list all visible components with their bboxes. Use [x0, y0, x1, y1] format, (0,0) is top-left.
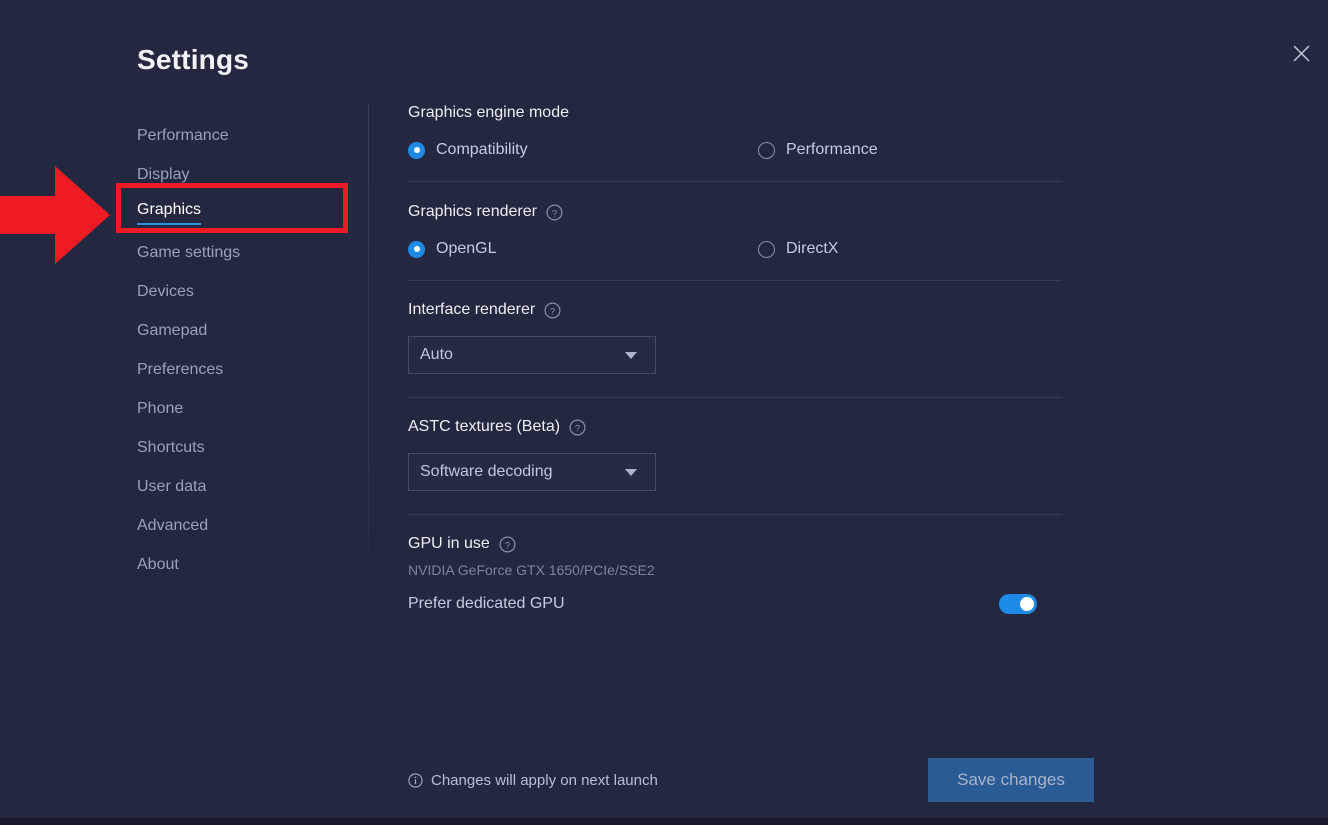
- sidebar-item-performance[interactable]: Performance: [137, 116, 347, 155]
- section-divider: [408, 280, 1062, 281]
- section-divider: [408, 514, 1062, 515]
- astc-textures-select[interactable]: Software decoding: [408, 453, 656, 491]
- group-astc-textures: ASTC textures (Beta) ? Software decoding: [408, 418, 1062, 515]
- close-icon[interactable]: [1286, 38, 1316, 68]
- toggle-knob: [1020, 597, 1034, 611]
- radio-selected-icon: [408, 241, 425, 258]
- group-title-label: GPU in use: [408, 535, 490, 553]
- group-title: Interface renderer ?: [408, 301, 1062, 319]
- right-arrow-annotation: [0, 165, 112, 265]
- prefer-dedicated-gpu-toggle[interactable]: [999, 594, 1037, 614]
- page-title: Settings: [137, 44, 249, 76]
- engine-mode-radio-group: Compatibility Performance: [408, 141, 1062, 159]
- sidebar-item-label: Devices: [137, 284, 194, 300]
- sidebar-item-game-settings[interactable]: Game settings: [137, 233, 347, 272]
- svg-text:?: ?: [575, 423, 580, 434]
- sidebar-item-phone[interactable]: Phone: [137, 389, 347, 428]
- sidebar-item-label: Preferences: [137, 362, 223, 378]
- svg-text:?: ?: [552, 208, 557, 219]
- footer: Changes will apply on next launch Save c…: [408, 758, 1094, 802]
- group-gpu-in-use: GPU in use ? NVIDIA GeForce GTX 1650/PCI…: [408, 535, 1062, 614]
- group-title-label: ASTC textures (Beta): [408, 418, 560, 436]
- sidebar-item-label: User data: [137, 479, 206, 495]
- sidebar-item-label: Graphics: [137, 202, 201, 225]
- info-circle-icon: [408, 773, 423, 788]
- sidebar-item-gamepad[interactable]: Gamepad: [137, 311, 347, 350]
- sidebar-item-shortcuts[interactable]: Shortcuts: [137, 428, 347, 467]
- group-interface-renderer: Interface renderer ? Auto: [408, 301, 1062, 398]
- radio-label: DirectX: [786, 240, 838, 258]
- window-bottom-strip: [0, 818, 1328, 825]
- sidebar-item-label: Display: [137, 167, 189, 183]
- radio-label: Compatibility: [436, 141, 528, 159]
- group-title: Graphics renderer ?: [408, 203, 1062, 221]
- select-value: Auto: [420, 346, 453, 364]
- radio-unselected-icon: [758, 241, 775, 258]
- sidebar-item-user-data[interactable]: User data: [137, 467, 347, 506]
- group-title: GPU in use ?: [408, 535, 1062, 553]
- radio-label: OpenGL: [436, 240, 496, 258]
- help-circle-icon[interactable]: ?: [544, 302, 561, 319]
- save-changes-button[interactable]: Save changes: [928, 758, 1094, 802]
- radio-graphics-renderer-opengl[interactable]: OpenGL: [408, 240, 758, 258]
- sidebar-item-display[interactable]: Display: [137, 155, 347, 194]
- sidebar-divider: [368, 104, 369, 554]
- chevron-down-icon: [625, 469, 637, 476]
- interface-renderer-select[interactable]: Auto: [408, 336, 656, 374]
- settings-window: Settings Performance Display Graphics Ga…: [0, 0, 1328, 818]
- footer-note: Changes will apply on next launch: [408, 772, 658, 789]
- radio-engine-mode-compatibility[interactable]: Compatibility: [408, 141, 758, 159]
- radio-engine-mode-performance[interactable]: Performance: [758, 141, 878, 159]
- help-circle-icon[interactable]: ?: [546, 204, 563, 221]
- radio-selected-icon: [408, 142, 425, 159]
- sidebar-item-advanced[interactable]: Advanced: [137, 506, 347, 545]
- sidebar-item-label: Performance: [137, 128, 229, 144]
- sidebar-item-label: Advanced: [137, 518, 208, 534]
- sidebar-item-graphics[interactable]: Graphics: [137, 194, 347, 233]
- select-value: Software decoding: [420, 463, 553, 481]
- sidebar-item-label: Game settings: [137, 245, 240, 261]
- footer-note-label: Changes will apply on next launch: [431, 772, 658, 789]
- svg-text:?: ?: [505, 540, 510, 551]
- sidebar-item-about[interactable]: About: [137, 545, 347, 584]
- group-title-label: Graphics engine mode: [408, 104, 569, 122]
- section-divider: [408, 397, 1062, 398]
- graphics-renderer-radio-group: OpenGL DirectX: [408, 240, 1062, 258]
- radio-unselected-icon: [758, 142, 775, 159]
- group-title: Graphics engine mode: [408, 104, 1062, 122]
- help-circle-icon[interactable]: ?: [569, 419, 586, 436]
- group-title: ASTC textures (Beta) ?: [408, 418, 1062, 436]
- radio-graphics-renderer-directx[interactable]: DirectX: [758, 240, 838, 258]
- sidebar-item-label: Shortcuts: [137, 440, 205, 456]
- section-divider: [408, 181, 1062, 182]
- group-title-label: Interface renderer: [408, 301, 535, 319]
- sidebar-item-preferences[interactable]: Preferences: [137, 350, 347, 389]
- prefer-dedicated-gpu-label: Prefer dedicated GPU: [408, 595, 565, 613]
- sidebar-item-label: Gamepad: [137, 323, 207, 339]
- help-circle-icon[interactable]: ?: [499, 536, 516, 553]
- sidebar-item-label: Phone: [137, 401, 183, 417]
- sidebar-item-label: About: [137, 557, 179, 573]
- svg-text:?: ?: [550, 306, 555, 317]
- sidebar-item-devices[interactable]: Devices: [137, 272, 347, 311]
- settings-content: Graphics engine mode Compatibility Perfo…: [408, 104, 1062, 614]
- radio-label: Performance: [786, 141, 878, 159]
- gpu-device-name: NVIDIA GeForce GTX 1650/PCIe/SSE2: [408, 562, 1062, 578]
- chevron-down-icon: [625, 352, 637, 359]
- group-graphics-engine-mode: Graphics engine mode Compatibility Perfo…: [408, 104, 1062, 182]
- sidebar: Performance Display Graphics Game settin…: [137, 116, 347, 584]
- group-graphics-renderer: Graphics renderer ? OpenGL DirectX: [408, 203, 1062, 281]
- group-title-label: Graphics renderer: [408, 203, 537, 221]
- prefer-dedicated-gpu-row: Prefer dedicated GPU: [408, 594, 1037, 614]
